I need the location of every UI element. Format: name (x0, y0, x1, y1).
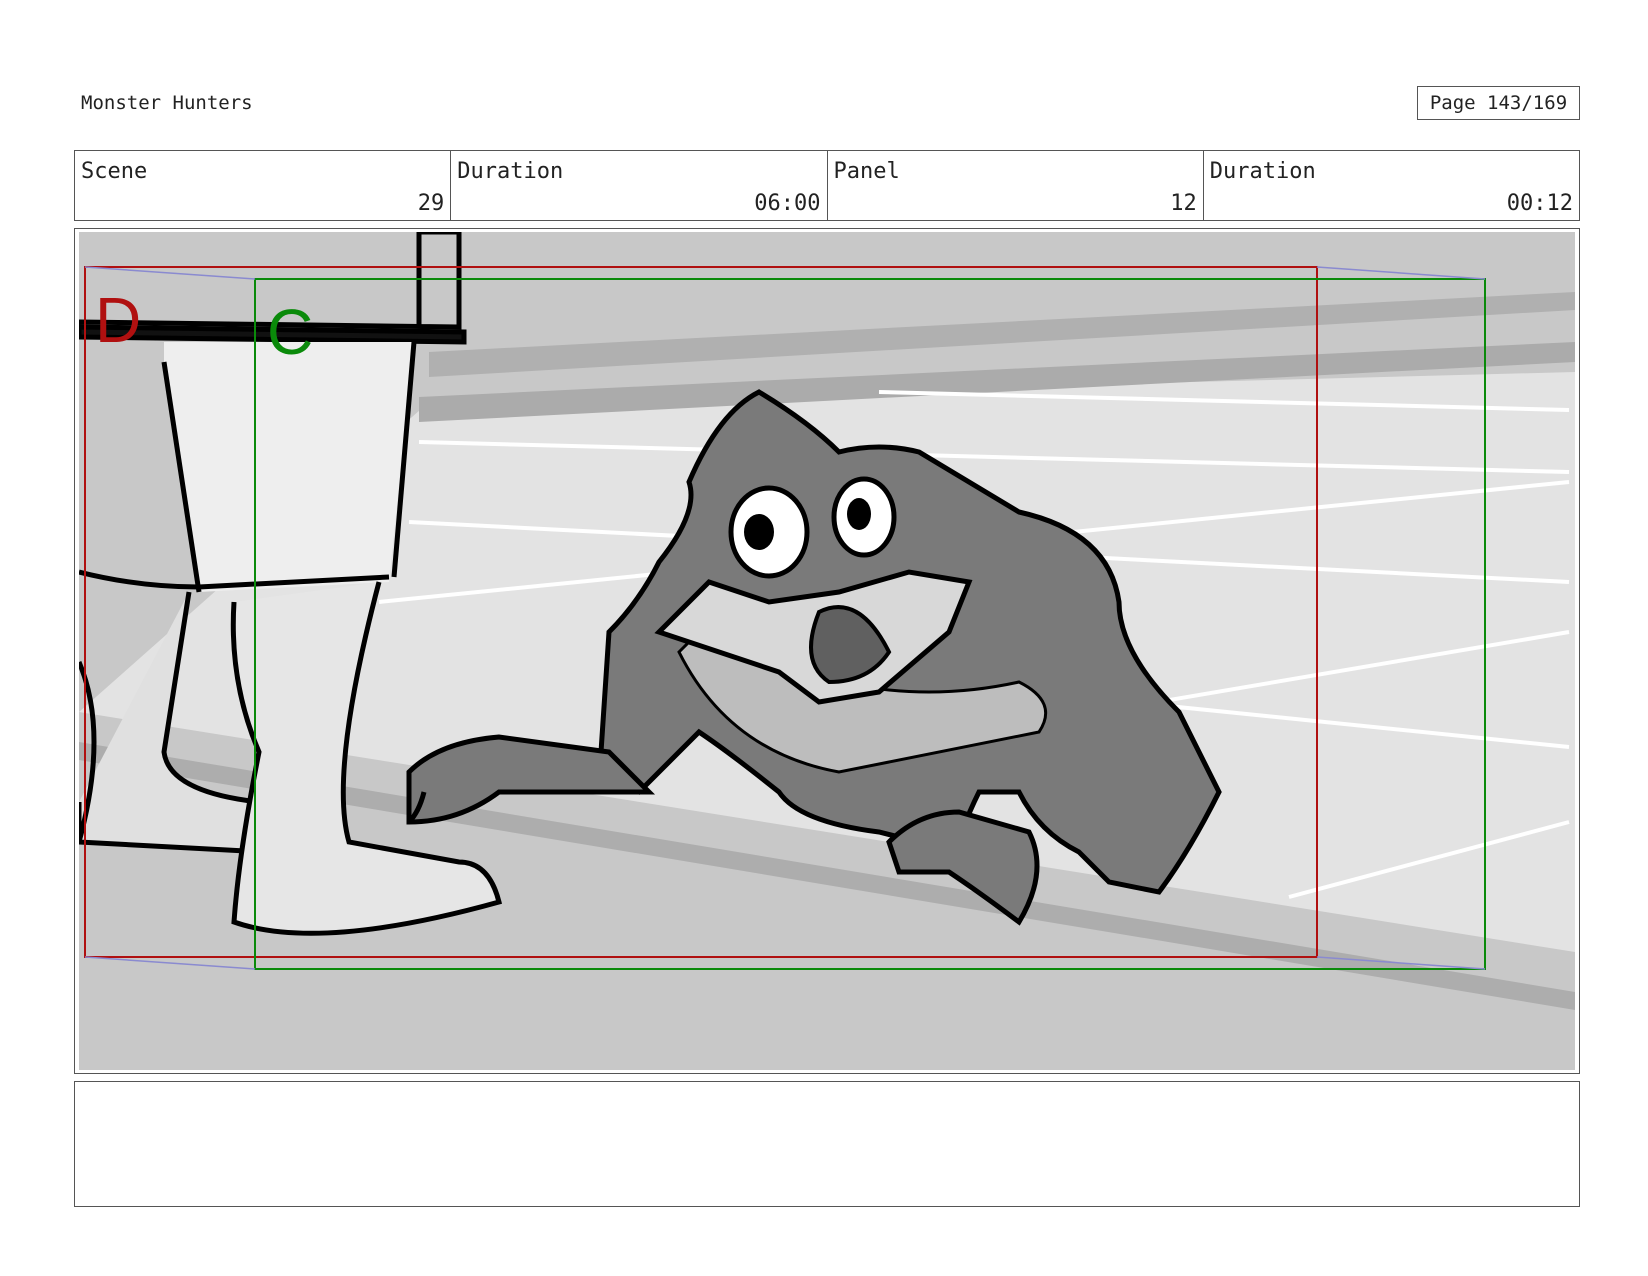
storyboard-panel-image: D C (79, 232, 1575, 1070)
panel-notes (74, 1081, 1580, 1207)
panel-duration-value: 00:12 (1506, 191, 1573, 216)
frame-d-label: D (95, 284, 141, 356)
panel-duration-cell: Duration 00:12 (1204, 151, 1579, 220)
panel-value: 12 (1170, 191, 1197, 216)
scene-info-table: Scene 29 Duration 06:00 Panel 12 Duratio… (74, 150, 1580, 221)
scene-duration-cell: Duration 06:00 (451, 151, 828, 220)
storyboard-title: Monster Hunters (81, 92, 253, 114)
scene-duration-value: 06:00 (754, 191, 821, 216)
panel-label: Panel (833, 159, 900, 184)
scene-cell: Scene 29 (75, 151, 452, 220)
panel-duration-label: Duration (1209, 159, 1316, 184)
frame-c-label: C (267, 296, 313, 368)
page-number: Page 143/169 (1417, 86, 1580, 120)
scene-duration-label: Duration (457, 159, 564, 184)
scene-value: 29 (417, 191, 445, 216)
panel-cell: Panel 12 (828, 151, 1204, 220)
scene-label: Scene (81, 159, 148, 184)
